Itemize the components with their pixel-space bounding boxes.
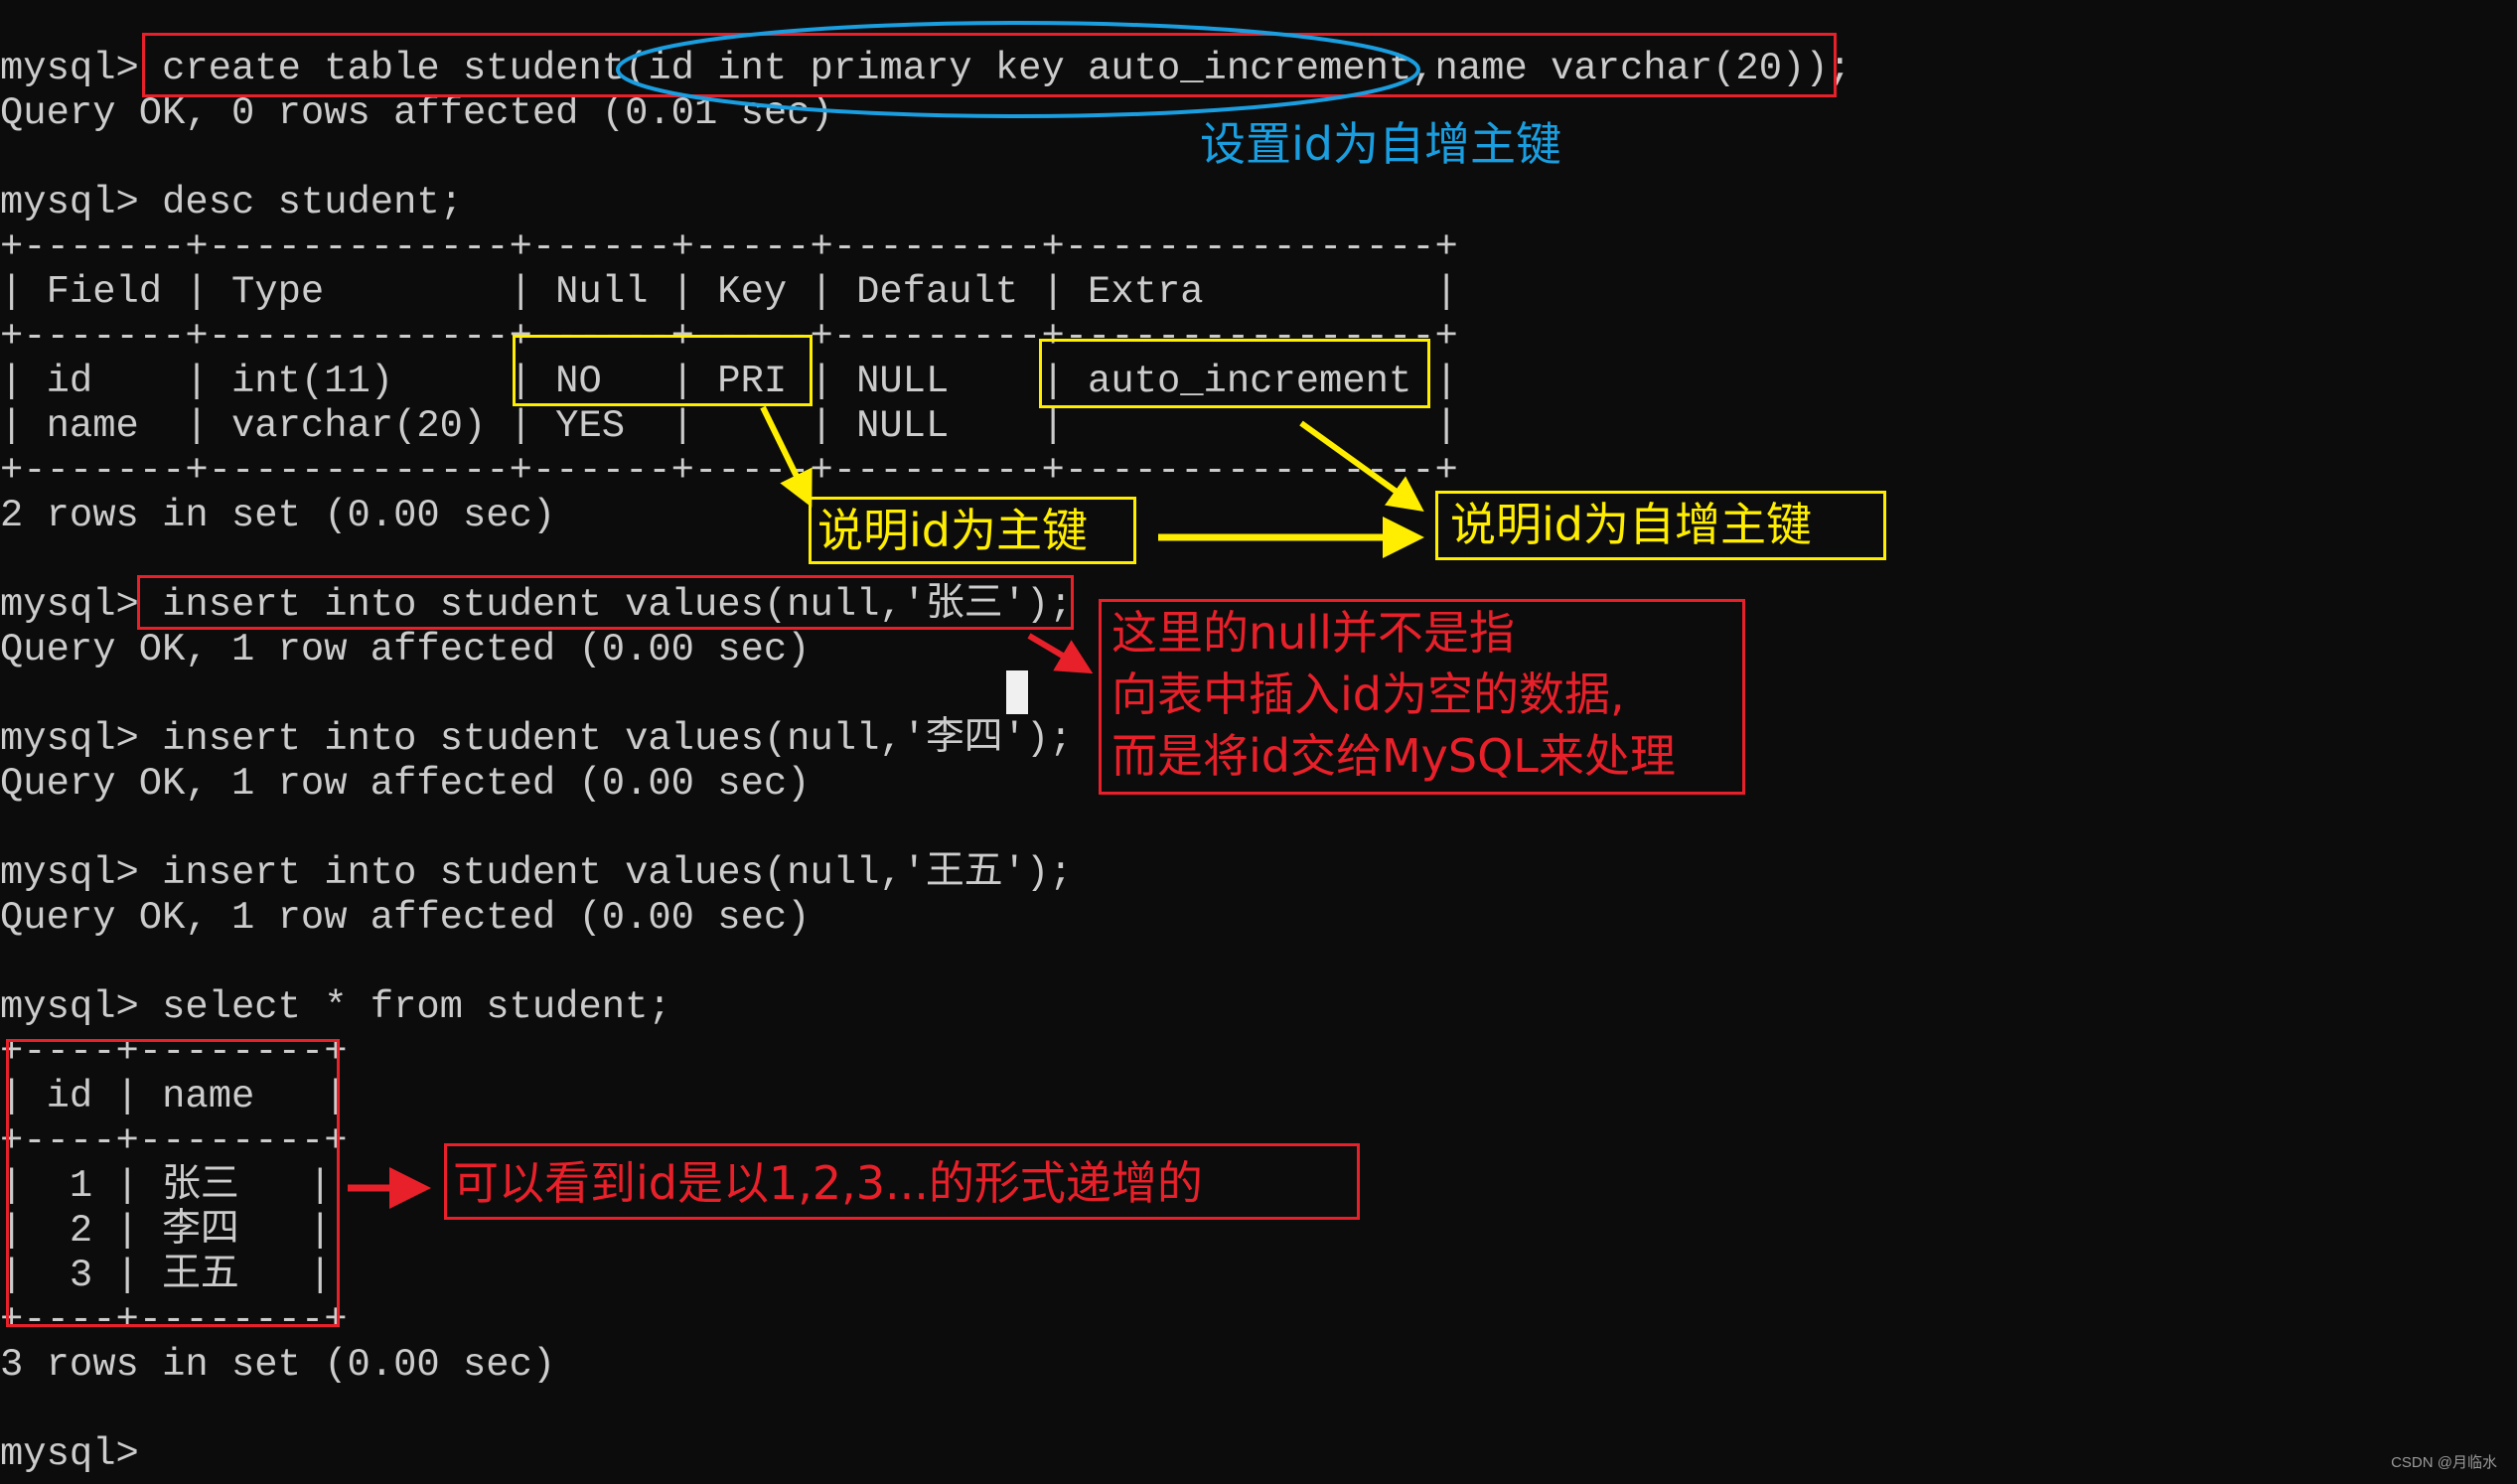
watermark: CSDN @月临水 [2391, 1454, 2497, 1471]
auto-increment-circle [616, 21, 1420, 118]
annotation-overlay [348, 21, 1424, 1209]
arrow-to-null-note [1027, 633, 1094, 674]
arrow-to-primary-key-note [760, 405, 813, 508]
arrow-to-auto-pk-note [1299, 420, 1424, 513]
